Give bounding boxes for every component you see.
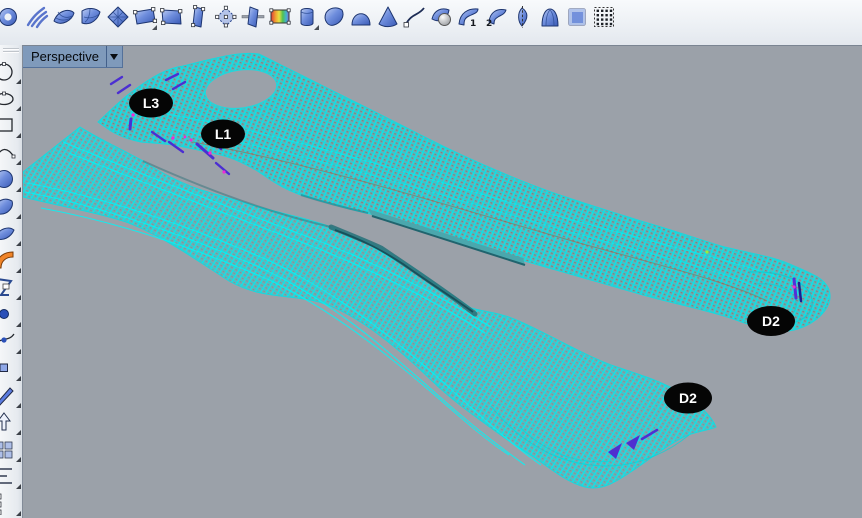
top-toolbar: 1 2 <box>0 0 862 48</box>
toolbar-icon-surface-from-points[interactable] <box>212 2 239 32</box>
sidebar-icon-ellipse[interactable] <box>0 86 22 113</box>
sidebar-icon-rectangle[interactable] <box>0 113 22 140</box>
toolbar-icon-extrude-spray[interactable] <box>23 2 50 32</box>
toolbar-icon-extrude-along-curve[interactable] <box>320 2 347 32</box>
viewport-title-bar[interactable]: Perspective <box>23 46 123 68</box>
toolbar-icon-surface-from-curve-network[interactable] <box>50 2 77 32</box>
rhino-window: 1 2 Perspective <box>0 0 862 518</box>
sidebar-icon-trim[interactable] <box>0 275 22 302</box>
toolbar-icon-plane-3-point[interactable] <box>158 2 185 32</box>
sidebar-icon-polyline-pencil[interactable] <box>0 383 22 410</box>
toolbar-icon-plane-corner-to-corner[interactable] <box>131 2 158 32</box>
chevron-down-icon <box>110 54 118 64</box>
sidebar-icon-move[interactable] <box>0 410 22 437</box>
svg-text:2: 2 <box>486 19 492 29</box>
label-L1[interactable]: L1 <box>201 120 245 149</box>
viewport-title[interactable]: Perspective <box>23 46 106 67</box>
toolbar-icon-drape-surface[interactable] <box>563 2 590 32</box>
sidebar-icon-control-points[interactable] <box>0 356 22 383</box>
svg-text:L1: L1 <box>215 126 232 142</box>
toolbar-icon-surface-patch[interactable] <box>77 2 104 32</box>
sidebar-icon-arc[interactable] <box>0 140 22 167</box>
toolbar-icon-plane-vertical[interactable] <box>185 2 212 32</box>
label-L3[interactable]: L3 <box>129 89 173 118</box>
toolbar-icon-heightfield-from-image[interactable] <box>266 2 293 32</box>
toolbar-icon-rail-revolve[interactable] <box>536 2 563 32</box>
toolbar-icon-ribbon-from-curve[interactable] <box>401 2 428 32</box>
toolbar-drag-handle[interactable] <box>3 48 19 57</box>
toolbar-icon-sweep-1-rail[interactable]: 1 <box>455 2 482 32</box>
toolbar-icon-surface-from-point-grid[interactable] <box>590 2 617 32</box>
toolbar-icon-blend-surface[interactable] <box>428 2 455 32</box>
sidebar-icon-fillet[interactable] <box>0 248 22 275</box>
viewport-menu-button[interactable] <box>106 46 122 67</box>
svg-text:L3: L3 <box>143 95 160 111</box>
left-toolbar <box>0 45 23 518</box>
toolbar-icon-extrude-tapered[interactable] <box>374 2 401 32</box>
label-D2-upper[interactable]: D2 <box>747 306 795 336</box>
sidebar-icon-array[interactable] <box>0 437 22 464</box>
sidebar-icon-point[interactable] <box>0 302 22 329</box>
sidebar-icon-circle[interactable] <box>0 59 22 86</box>
toolbar-icon-extrude-to-point[interactable] <box>347 2 374 32</box>
toolbar-icon-revolve[interactable] <box>509 2 536 32</box>
sidebar-icon-distribute[interactable] <box>0 491 22 518</box>
svg-text:D2: D2 <box>762 313 780 329</box>
label-D2-lower[interactable]: D2 <box>664 383 712 414</box>
toolbar-icon-cutting-plane[interactable] <box>239 2 266 32</box>
sidebar-icon-freeform-surface[interactable] <box>0 221 22 248</box>
3d-scene-canvas[interactable]: L3 L1 D2 D2 <box>23 46 862 518</box>
toolbar-icon-sweep-2-rails[interactable]: 2 <box>482 2 509 32</box>
perspective-viewport[interactable]: Perspective <box>22 45 862 518</box>
toolbar-icon-extrude-straight[interactable] <box>293 2 320 32</box>
sidebar-icon-align[interactable] <box>0 464 22 491</box>
point-marker-green <box>705 250 708 253</box>
sidebar-icon-sphere[interactable] <box>0 167 22 194</box>
sidebar-icon-point-on-curve[interactable] <box>0 329 22 356</box>
svg-text:1: 1 <box>470 19 476 29</box>
toolbar-icon-surface-from-mesh[interactable] <box>104 2 131 32</box>
sidebar-icon-solid-blob[interactable] <box>0 194 22 221</box>
svg-text:D2: D2 <box>679 390 697 406</box>
toolbar-icon-surface-ring[interactable] <box>0 2 23 32</box>
